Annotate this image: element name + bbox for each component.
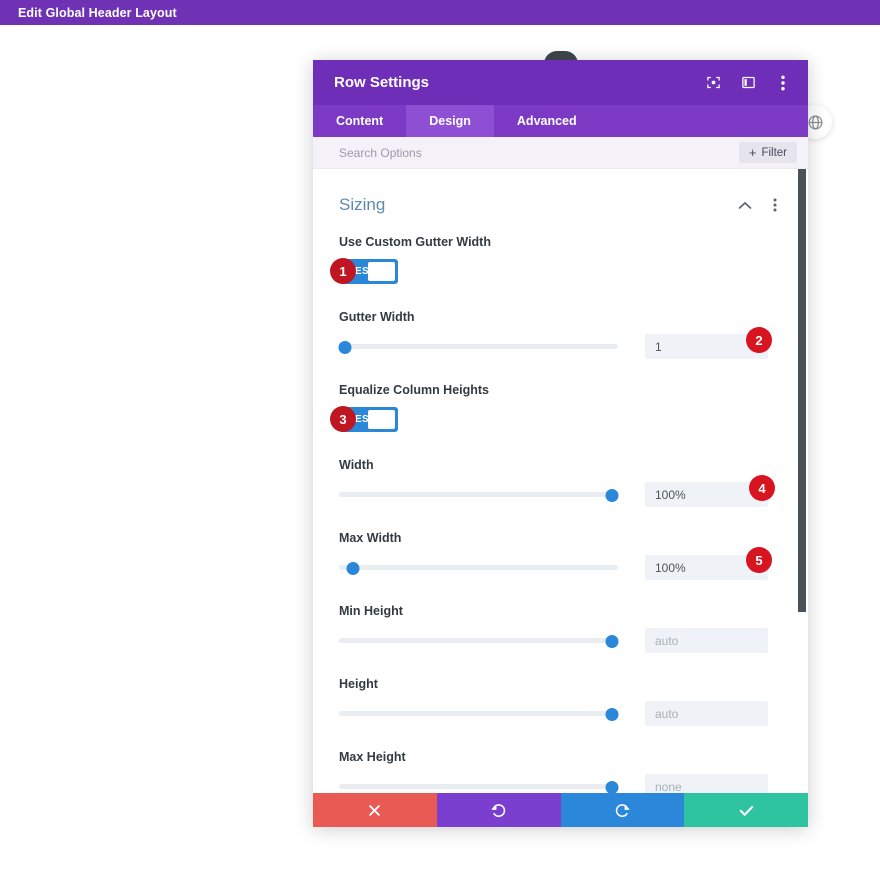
- tab-advanced-label: Advanced: [516, 114, 577, 128]
- modal-header-actions: [702, 72, 794, 94]
- undo-button[interactable]: [436, 793, 561, 827]
- layout-panel-icon: [741, 76, 755, 89]
- input-max-height[interactable]: [645, 774, 768, 793]
- input-min-height[interactable]: [645, 628, 768, 653]
- scrollbar-thumb[interactable]: [798, 169, 806, 612]
- modal-tabs: Content Design Advanced: [313, 105, 808, 137]
- settings-scroll-content: Sizing Use Custom Gutter Width 1 YES Gut…: [313, 169, 808, 793]
- control-width: Width 4: [313, 458, 808, 507]
- redo-arrow-icon: [615, 803, 630, 817]
- control-label-use-custom-gutter-width: Use Custom Gutter Width: [339, 235, 491, 249]
- toggle-knob: [368, 410, 395, 429]
- control-label-equalize-column-heights: Equalize Column Heights: [339, 383, 490, 397]
- close-x-icon: [369, 804, 381, 816]
- control-label-height: Height: [339, 677, 378, 691]
- annotation-badge-1: 1: [330, 258, 356, 284]
- modal-title: Row Settings: [334, 74, 430, 91]
- tab-design[interactable]: Design: [406, 105, 494, 137]
- slider-track: [339, 344, 618, 349]
- chevron-up-icon: [738, 201, 752, 209]
- layout-panel-icon-button[interactable]: [737, 72, 759, 94]
- search-row: Search Options + Filter: [313, 137, 808, 169]
- tab-content[interactable]: Content: [313, 105, 406, 137]
- slider-row-gutter-width: 2: [338, 327, 783, 359]
- control-height: Height: [313, 677, 808, 726]
- annotation-badge-2: 2: [746, 327, 772, 353]
- scrollbar-track[interactable]: [798, 169, 806, 793]
- control-max-height: Max Height: [313, 750, 808, 793]
- globe-icon: [808, 115, 822, 129]
- focus-target-icon-button[interactable]: [702, 72, 724, 94]
- control-use-custom-gutter-width: Use Custom Gutter Width 1 YES: [313, 215, 808, 284]
- focus-target-icon: [706, 76, 720, 89]
- slider-gutter-width[interactable]: [338, 340, 618, 354]
- control-min-height: Min Height: [313, 604, 808, 653]
- checkmark-icon: [739, 805, 753, 816]
- annotation-badge-5: 5: [746, 547, 772, 573]
- control-label-max-width: Max Width: [339, 531, 402, 545]
- tab-advanced[interactable]: Advanced: [494, 105, 600, 137]
- filter-button-label: Filter: [761, 146, 787, 159]
- input-height[interactable]: [645, 701, 768, 726]
- slider-width[interactable]: [339, 488, 619, 502]
- filter-button[interactable]: + Filter: [738, 142, 797, 163]
- slider-max-width[interactable]: [339, 561, 618, 575]
- slider-track: [339, 638, 618, 643]
- slider-knob[interactable]: [338, 340, 352, 354]
- row-settings-modal: Row Settings Content Design Advanced Sea…: [313, 51, 808, 827]
- cancel-button[interactable]: [313, 793, 437, 827]
- toggle-row-equalize-column-heights: 3 YES: [330, 406, 783, 432]
- section-more-vertical-icon-button[interactable]: [767, 197, 783, 213]
- redo-button[interactable]: [560, 793, 685, 827]
- slider-track: [339, 492, 618, 497]
- modal-body: Sizing Use Custom Gutter Width 1 YES Gut…: [313, 169, 808, 793]
- section-header-icons: [737, 197, 783, 213]
- slider-track: [339, 711, 618, 716]
- admin-bar-title: Edit Global Header Layout: [18, 5, 177, 20]
- control-label-gutter-width: Gutter Width: [339, 310, 415, 324]
- undo-arrow-icon: [491, 803, 506, 817]
- chevron-up-icon-button[interactable]: [737, 197, 753, 213]
- tab-design-label: Design: [429, 114, 471, 128]
- slider-knob[interactable]: [605, 488, 619, 502]
- control-gutter-width: Gutter Width 2: [313, 310, 808, 359]
- save-button[interactable]: [684, 793, 808, 827]
- tab-content-label: Content: [336, 114, 384, 128]
- section-header-sizing[interactable]: Sizing: [313, 169, 808, 215]
- slider-row-max-height: [339, 774, 783, 793]
- slider-row-max-width: 5: [339, 547, 783, 580]
- plus-icon: +: [748, 145, 757, 160]
- more-vertical-icon: [781, 75, 785, 90]
- modal-footer: [313, 793, 808, 827]
- toggle-knob: [368, 262, 395, 281]
- slider-knob[interactable]: [605, 707, 619, 721]
- annotation-badge-3: 3: [330, 406, 356, 432]
- slider-row-min-height: [339, 628, 783, 653]
- control-label-width: Width: [339, 458, 374, 472]
- admin-bar: Edit Global Header Layout: [0, 0, 880, 25]
- slider-knob[interactable]: [605, 780, 619, 793]
- slider-height[interactable]: [339, 707, 619, 721]
- slider-row-height: [339, 701, 783, 726]
- control-label-max-height: Max Height: [339, 750, 406, 764]
- control-max-width: Max Width 5: [313, 531, 808, 580]
- more-vertical-icon: [773, 198, 777, 212]
- slider-knob[interactable]: [346, 561, 360, 575]
- slider-knob[interactable]: [605, 634, 619, 648]
- search-input[interactable]: Search Options: [339, 146, 739, 160]
- slider-row-width: 4: [339, 475, 783, 507]
- modal-header: Row Settings: [313, 60, 808, 105]
- control-label-min-height: Min Height: [339, 604, 403, 618]
- section-title-sizing: Sizing: [339, 195, 386, 214]
- annotation-badge-4: 4: [749, 475, 775, 501]
- slider-max-height[interactable]: [339, 780, 619, 793]
- control-equalize-column-heights: Equalize Column Heights 3 YES: [313, 383, 808, 432]
- toggle-row-use-custom-gutter-width: 1 YES: [330, 258, 783, 284]
- more-vertical-icon-button[interactable]: [772, 72, 794, 94]
- slider-track: [339, 784, 618, 789]
- slider-min-height[interactable]: [339, 634, 619, 648]
- slider-track: [339, 565, 618, 570]
